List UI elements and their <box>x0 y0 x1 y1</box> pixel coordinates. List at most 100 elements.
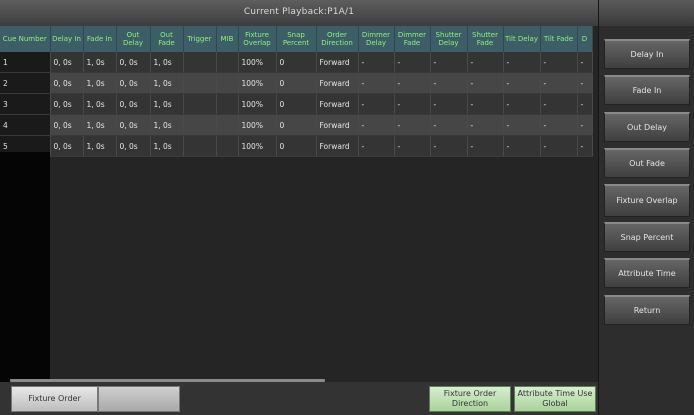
table-cell[interactable] <box>183 72 217 94</box>
table-cell[interactable]: - <box>540 52 578 73</box>
table-cell[interactable]: - <box>394 72 431 94</box>
column-header[interactable]: Tilt Delay <box>503 26 541 52</box>
table-cell[interactable]: - <box>540 93 578 115</box>
delay-in-button[interactable]: Delay In <box>604 39 690 69</box>
table-cell[interactable]: 0 <box>276 52 317 73</box>
table-cell[interactable]: 0, 0s <box>116 93 151 115</box>
column-header[interactable]: Cue Number <box>0 26 51 52</box>
table-cell[interactable]: - <box>503 52 541 73</box>
attribute-time-button[interactable]: Attribute Time <box>604 258 690 288</box>
column-header[interactable]: Fixture Overlap <box>238 26 277 52</box>
table-cell[interactable]: 100% <box>238 93 277 115</box>
table-cell[interactable]: - <box>358 114 395 136</box>
table-cell[interactable]: - <box>394 52 431 73</box>
table-cell[interactable]: - <box>430 114 468 136</box>
table-cell[interactable]: 0, 0s <box>50 52 84 73</box>
blank-button[interactable] <box>98 386 180 412</box>
column-header[interactable]: D <box>577 26 593 52</box>
table-cell[interactable]: 1, 0s <box>150 114 184 136</box>
table-cell[interactable] <box>183 52 217 73</box>
table-cell[interactable]: - <box>467 93 504 115</box>
table-cell[interactable]: - <box>430 93 468 115</box>
table-cell[interactable]: - <box>467 72 504 94</box>
table-cell[interactable]: 1, 0s <box>150 52 184 73</box>
table-cell[interactable]: 1, 0s <box>83 52 117 73</box>
table-cell[interactable]: - <box>577 114 593 136</box>
cue-number-cell[interactable]: 2 <box>0 72 51 94</box>
table-cell[interactable]: - <box>577 93 593 115</box>
table-cell[interactable]: 0 <box>276 72 317 94</box>
table-cell[interactable]: - <box>467 52 504 73</box>
table-cell[interactable]: 100% <box>238 52 277 73</box>
table-cell[interactable]: 0, 0s <box>116 135 151 157</box>
table-cell[interactable]: - <box>540 114 578 136</box>
fixture-overlap-button[interactable]: Fixture Overlap <box>604 184 690 217</box>
table-cell[interactable] <box>183 114 217 136</box>
cue-number-cell[interactable]: 1 <box>0 52 51 73</box>
table-cell[interactable] <box>216 72 239 94</box>
out-fade-button[interactable]: Out Fade <box>604 148 690 178</box>
table-cell[interactable]: - <box>394 135 431 157</box>
attribute-time-use-global-button[interactable]: Attribute Time Use Global <box>514 386 596 412</box>
column-header[interactable]: Order Direction <box>316 26 359 52</box>
table-cell[interactable]: - <box>503 135 541 157</box>
column-header[interactable]: Tilt Fade <box>540 26 578 52</box>
table-cell[interactable]: - <box>394 93 431 115</box>
table-cell[interactable]: 0, 0s <box>50 114 84 136</box>
table-cell[interactable]: - <box>503 72 541 94</box>
table-cell[interactable]: 1, 0s <box>150 72 184 94</box>
table-cell[interactable]: 0 <box>276 114 317 136</box>
table-cell[interactable]: - <box>358 93 395 115</box>
table-cell[interactable]: 1, 0s <box>150 93 184 115</box>
column-header[interactable]: Shutter Fade <box>467 26 504 52</box>
table-cell[interactable]: 0, 0s <box>116 52 151 73</box>
table-cell[interactable]: 100% <box>238 135 277 157</box>
table-cell[interactable]: 0, 0s <box>50 135 84 157</box>
table-cell[interactable] <box>216 135 239 157</box>
column-header[interactable]: Out Delay <box>116 26 151 52</box>
table-cell[interactable]: Forward <box>316 52 359 73</box>
fixture-order-direction-button[interactable]: Fixture Order Direction <box>429 386 511 412</box>
table-cell[interactable]: 0 <box>276 135 317 157</box>
table-cell[interactable]: - <box>358 72 395 94</box>
column-header[interactable]: Snap Percent <box>276 26 317 52</box>
table-cell[interactable]: - <box>577 52 593 73</box>
cue-number-cell[interactable]: 4 <box>0 114 51 136</box>
column-header[interactable]: Delay In <box>50 26 84 52</box>
table-cell[interactable]: - <box>467 114 504 136</box>
fade-in-button[interactable]: Fade In <box>604 75 690 105</box>
table-cell[interactable]: - <box>394 114 431 136</box>
table-cell[interactable]: - <box>540 135 578 157</box>
table-cell[interactable] <box>216 52 239 73</box>
column-header[interactable]: Dimmer Delay <box>358 26 395 52</box>
table-cell[interactable]: Forward <box>316 114 359 136</box>
out-delay-button[interactable]: Out Delay <box>604 112 690 142</box>
table-cell[interactable]: 0, 0s <box>116 114 151 136</box>
column-header[interactable]: Out Fade <box>150 26 184 52</box>
table-cell[interactable]: 1, 0s <box>150 135 184 157</box>
table-cell[interactable]: 0, 0s <box>50 93 84 115</box>
table-cell[interactable]: - <box>430 52 468 73</box>
table-cell[interactable] <box>216 93 239 115</box>
table-cell[interactable]: - <box>503 114 541 136</box>
table-cell[interactable] <box>183 93 217 115</box>
table-cell[interactable]: Forward <box>316 72 359 94</box>
table-cell[interactable]: 0, 0s <box>50 72 84 94</box>
table-cell[interactable]: 1, 0s <box>83 135 117 157</box>
column-header[interactable]: Trigger <box>183 26 217 52</box>
column-header[interactable]: Fade In <box>83 26 117 52</box>
table-cell[interactable]: - <box>430 72 468 94</box>
table-row[interactable]: 4 0, 0s 1, 0s 0, 0s 1, 0s 100% 0 Forward… <box>0 114 593 136</box>
table-cell[interactable]: Forward <box>316 135 359 157</box>
table-cell[interactable]: - <box>577 72 593 94</box>
return-button[interactable]: Return <box>604 295 690 325</box>
table-row[interactable]: 2 0, 0s 1, 0s 0, 0s 1, 0s 100% 0 Forward… <box>0 72 593 94</box>
table-cell[interactable]: 100% <box>238 72 277 94</box>
table-row[interactable]: 1 0, 0s 1, 0s 0, 0s 1, 0s 100% 0 Forward… <box>0 52 593 73</box>
table-cell[interactable]: - <box>577 135 593 157</box>
table-cell[interactable]: - <box>430 135 468 157</box>
table-cell[interactable] <box>216 114 239 136</box>
fixture-order-button[interactable]: Fixture Order <box>11 386 98 412</box>
table-row[interactable]: 5 0, 0s 1, 0s 0, 0s 1, 0s 100% 0 Forward… <box>0 135 593 157</box>
table-cell[interactable]: 1, 0s <box>83 93 117 115</box>
